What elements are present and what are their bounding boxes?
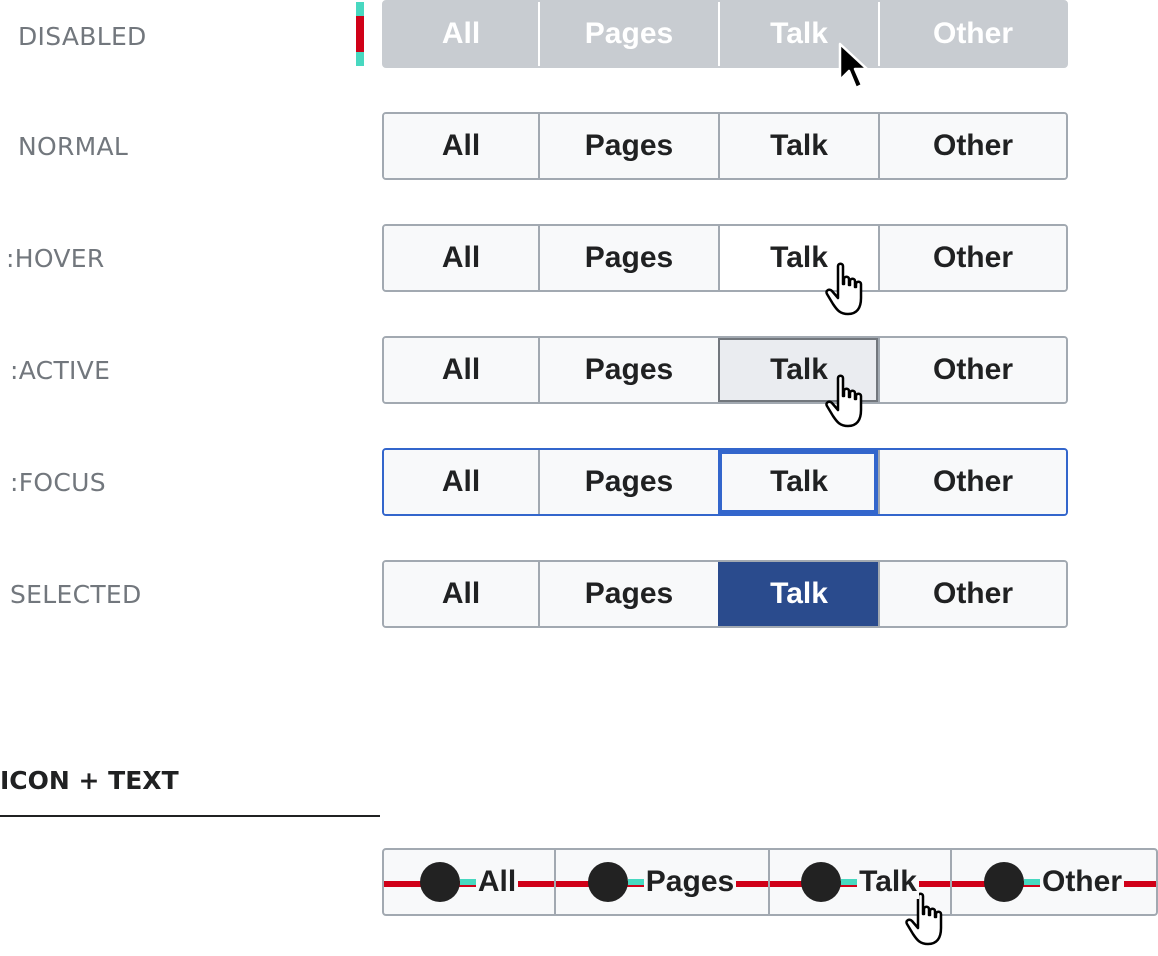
segment-pages[interactable]: Pages [538,114,718,178]
state-label-hover: :HOVER [6,244,105,273]
segment-other[interactable]: Other [878,562,1066,626]
section-title-icon-text: ICON + TEXT [0,766,179,795]
segment-other: Other [878,2,1066,66]
segment-label: Talk [857,865,919,899]
segment-all[interactable]: All [384,450,538,514]
icon-gap-guide [841,879,858,885]
circle-icon [419,862,460,902]
segment-all[interactable]: All [384,338,538,402]
segment-other[interactable]: Other [878,450,1066,514]
segment-pages[interactable]: Pages [538,450,718,514]
segment-all[interactable]: All [384,562,538,626]
icon-gap-guide [627,879,644,885]
segment-pages[interactable]: Pages [538,226,718,290]
icon-gap-guide [1023,879,1040,885]
state-label-focus: :FOCUS [10,468,106,497]
circle-icon [801,862,842,902]
icon-gap-guide [459,879,476,885]
spacing-indicator [356,2,364,66]
segment-talk[interactable]: Talk [718,114,878,178]
segment-other[interactable]: Other [878,114,1066,178]
segment-label: All [475,865,519,899]
section-divider [0,815,380,817]
segment-other[interactable]: Other [878,226,1066,290]
segment-pages: Pages [538,2,718,66]
state-label-selected: SELECTED [10,580,142,609]
circle-icon [983,862,1024,902]
segment-talk[interactable]: Talk [718,338,878,402]
circle-icon [587,862,628,902]
button-group-normal: All Pages Talk Other [382,112,1068,180]
segment-talk[interactable]: Talk [718,226,878,290]
state-label-disabled: DISABLED [18,22,147,51]
segment-talk[interactable]: Talk [718,450,878,514]
button-group-active: All Pages Talk Other [382,336,1068,404]
segment-pages[interactable]: Pages [538,338,718,402]
segment-all[interactable]: All [384,850,554,914]
segment-all[interactable]: All [384,114,538,178]
segment-other[interactable]: Other [950,850,1156,914]
segment-pages[interactable]: Pages [538,562,718,626]
segment-all: All [384,2,538,66]
button-group-selected: All Pages Talk Other [382,560,1068,628]
segment-label: Other [1039,865,1124,899]
button-group-focus: All Pages Talk Other [382,448,1068,516]
state-label-active: :ACTIVE [10,356,111,385]
segment-label: Pages [643,865,737,899]
segment-talk: Talk [718,2,878,66]
segment-talk[interactable]: Talk [718,562,878,626]
state-label-normal: NORMAL [18,132,129,161]
segment-all[interactable]: All [384,226,538,290]
segment-other[interactable]: Other [878,338,1066,402]
segment-talk[interactable]: Talk [768,850,950,914]
button-group-icon-text: All Pages Talk Other [382,848,1158,916]
segment-pages[interactable]: Pages [554,850,768,914]
button-group-hover: All Pages Talk Other [382,224,1068,292]
button-group-disabled: All Pages Talk Other [382,0,1068,68]
